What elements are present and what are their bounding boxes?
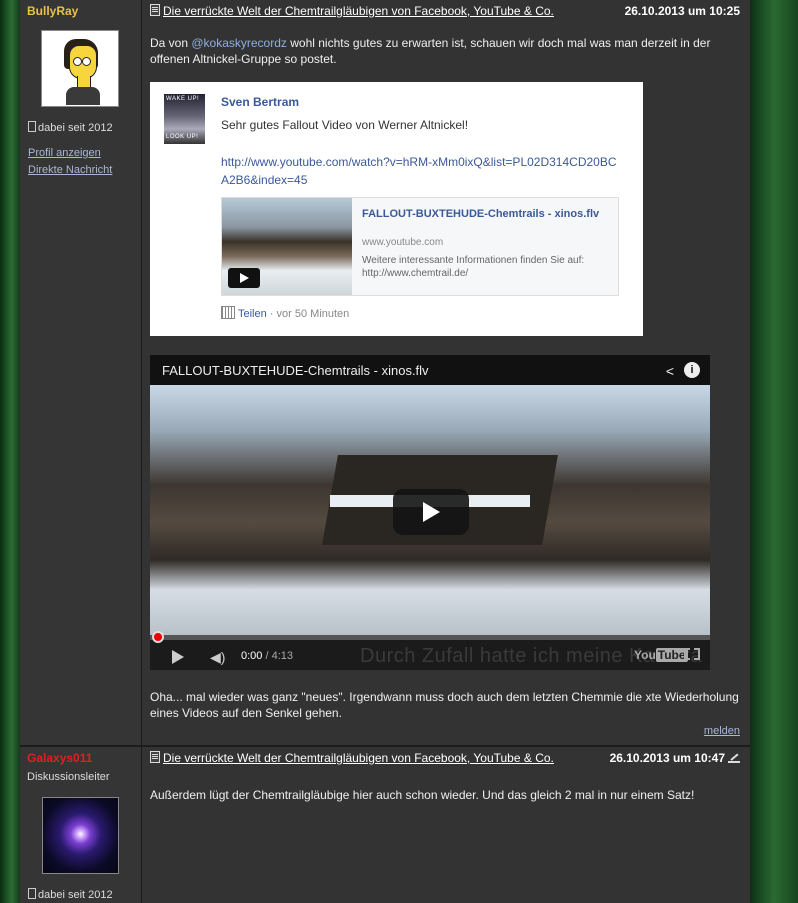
post-outro: Oha... mal wieder was ganz "neues". Irge… — [150, 690, 739, 720]
avatar[interactable] — [42, 797, 119, 874]
profile-thumbnail[interactable]: WAKE UP! LOOK UP! — [164, 94, 205, 144]
window-left-edge — [0, 0, 20, 903]
info-icon[interactable]: i — [684, 362, 700, 378]
play-icon[interactable] — [172, 650, 184, 664]
topic-link[interactable]: Die verrückte Welt der Chemtrailgläubige… — [163, 751, 554, 765]
avatar-eye — [82, 57, 91, 66]
share-link[interactable]: Teilen — [238, 308, 267, 320]
avatar-eye — [73, 57, 82, 66]
post-author-column: Galaxys011 Diskussionsleiter dabei seit … — [20, 747, 142, 903]
fb-message: Sehr gutes Fallout Video von Werner Altn… — [221, 118, 469, 132]
member-since-text: dabei seit 2012 — [38, 122, 113, 134]
video-control-bar: Durch Zufall hatte ich meine Kamera ◀) 0… — [150, 631, 710, 670]
play-icon[interactable] — [228, 268, 260, 288]
thumbnail-text: LOOK UP! — [166, 134, 199, 140]
logo-you: You — [634, 648, 656, 662]
time-display: 0:00 / 4:13 — [241, 650, 293, 662]
fb-poster-name[interactable]: Sven Bertram — [221, 95, 299, 109]
duration: / 4:13 — [262, 650, 293, 662]
member-since: dabei seit 2012 — [28, 888, 113, 901]
link-preview-domain: www.youtube.com — [362, 237, 444, 248]
link-preview-thumbnail[interactable] — [222, 198, 352, 295]
author-name[interactable]: BullyRay — [27, 4, 78, 18]
post-date: 26.10.2013 um 10:25 — [624, 4, 740, 18]
forum-post: Galaxys011 Diskussionsleiter dabei seit … — [20, 747, 750, 903]
topic-link[interactable]: Die verrückte Welt der Chemtrailgläubige… — [163, 4, 554, 18]
post-header: Die verrückte Welt der Chemtrailgläubige… — [150, 751, 744, 767]
forum-post: BullyRay dabei seit 2012 Profil anzeigen… — [20, 0, 750, 745]
link-preview-title[interactable]: FALLOUT-BUXTEHUDE-Chemtrails - xinos.flv — [362, 208, 612, 221]
avatar[interactable] — [41, 30, 119, 107]
report-link[interactable]: melden — [704, 725, 740, 737]
post-content: Die verrückte Welt der Chemtrailgläubige… — [142, 0, 750, 745]
author-name[interactable]: Galaxys011 — [27, 751, 92, 765]
volume-icon[interactable]: ◀) — [210, 649, 225, 666]
youtube-logo[interactable]: You Tube — [634, 648, 688, 662]
post-date-text: 26.10.2013 um 10:47 — [609, 751, 725, 765]
post-age: · vor 50 Minuten — [266, 308, 350, 320]
current-time: 0:00 — [241, 650, 263, 662]
share-icon[interactable]: < — [666, 363, 674, 379]
progress-bar[interactable] — [150, 631, 710, 643]
calendar-icon — [28, 121, 36, 132]
facebook-embed: WAKE UP! LOOK UP! Sven Bertram Sehr gute… — [150, 82, 643, 336]
document-icon — [150, 751, 160, 763]
window-right-edge — [750, 0, 798, 903]
user-mention[interactable]: @kokaskyrecordz — [191, 36, 287, 50]
fb-link-preview[interactable]: FALLOUT-BUXTEHUDE-Chemtrails - xinos.flv… — [221, 197, 619, 296]
thumbnail-text: WAKE UP! — [166, 96, 200, 102]
post-body: Außerdem lügt der Chemtrailgläubige hier… — [150, 788, 695, 802]
user-role: Diskussionsleiter — [27, 771, 110, 783]
edit-icon[interactable] — [728, 751, 740, 763]
fb-footer: Teilen · vor 50 Minuten — [221, 306, 349, 320]
calendar-icon — [28, 888, 36, 899]
post-date: 26.10.2013 um 10:47 — [610, 751, 740, 765]
intro-text: Da von — [150, 36, 192, 50]
scrubber-handle[interactable] — [152, 631, 164, 643]
fullscreen-icon[interactable] — [684, 648, 700, 660]
logo-tube: Tube — [655, 648, 688, 662]
member-since-text: dabei seit 2012 — [38, 889, 113, 901]
video-title[interactable]: FALLOUT-BUXTEHUDE-Chemtrails - xinos.flv — [162, 363, 429, 378]
play-button[interactable] — [393, 489, 469, 535]
post-content: Die verrückte Welt der Chemtrailgläubige… — [142, 747, 750, 903]
film-icon — [221, 306, 235, 319]
document-icon — [150, 4, 160, 16]
avatar-shirt — [66, 87, 100, 105]
member-since: dabei seit 2012 — [28, 121, 113, 134]
post-author-column: BullyRay dabei seit 2012 Profil anzeigen… — [20, 0, 142, 745]
profile-link[interactable]: Profil anzeigen — [28, 147, 101, 159]
youtube-embed[interactable]: FALLOUT-BUXTEHUDE-Chemtrails - xinos.flv… — [150, 355, 710, 670]
direct-message-link[interactable]: Direkte Nachricht — [28, 164, 112, 176]
link-preview-description: Weitere interessante Informationen finde… — [362, 255, 585, 279]
post-header: Die verrückte Welt der Chemtrailgläubige… — [150, 4, 744, 20]
fb-url-link[interactable]: http://www.youtube.com/watch?v=hRM-xMm0i… — [221, 153, 621, 189]
post-intro: Da von @kokaskyrecordz wohl nichts gutes… — [150, 35, 740, 67]
